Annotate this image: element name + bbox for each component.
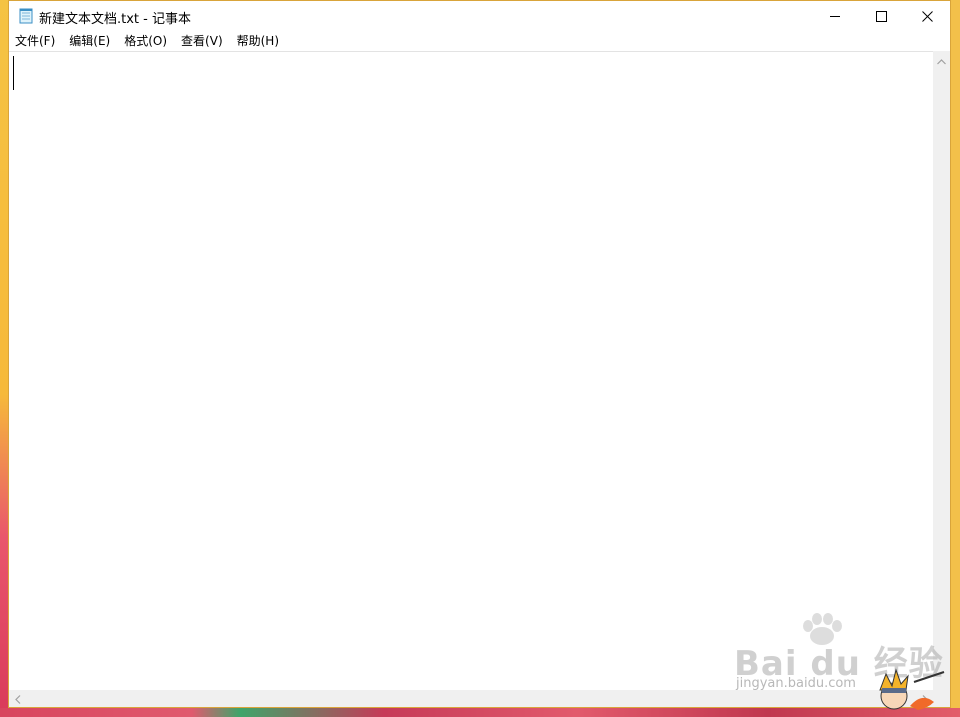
close-icon (921, 7, 933, 26)
notepad-icon[interactable] (19, 8, 33, 24)
taskbar-strip (0, 708, 960, 717)
menu-help[interactable]: 帮助(H) (230, 31, 286, 51)
menu-format[interactable]: 格式(O) (117, 31, 174, 51)
horizontal-scrollbar[interactable] (9, 690, 933, 707)
minimize-button[interactable] (812, 1, 858, 31)
window-title: 新建文本文档.txt - 记事本 (39, 12, 191, 27)
text-caret (13, 56, 14, 90)
chevron-left-icon (14, 689, 21, 708)
scroll-left-button[interactable] (9, 690, 26, 707)
size-grip[interactable] (933, 690, 950, 707)
vertical-scrollbar[interactable] (933, 51, 950, 690)
title-bar[interactable]: 新建文本文档.txt - 记事本 (9, 1, 950, 31)
menu-view[interactable]: 查看(V) (174, 31, 230, 51)
menu-edit[interactable]: 编辑(E) (62, 31, 117, 51)
desktop-background-right (950, 0, 960, 717)
minimize-icon (829, 7, 841, 26)
chevron-up-icon (937, 50, 946, 69)
menu-bar: 文件(F) 编辑(E) 格式(O) 查看(V) 帮助(H) (9, 31, 950, 51)
desktop-background-left (0, 0, 8, 717)
scroll-right-button[interactable] (916, 690, 933, 707)
scroll-up-button[interactable] (933, 51, 950, 68)
chevron-right-icon (922, 689, 928, 708)
text-editor-area[interactable] (9, 51, 933, 690)
maximize-button[interactable] (858, 1, 904, 31)
maximize-icon (875, 7, 887, 26)
notepad-window: 新建文本文档.txt - 记事本 文件(F) 编辑(E) 格式(O) 查看(V)… (8, 0, 951, 708)
close-button[interactable] (904, 1, 950, 31)
menu-file[interactable]: 文件(F) (9, 31, 62, 51)
